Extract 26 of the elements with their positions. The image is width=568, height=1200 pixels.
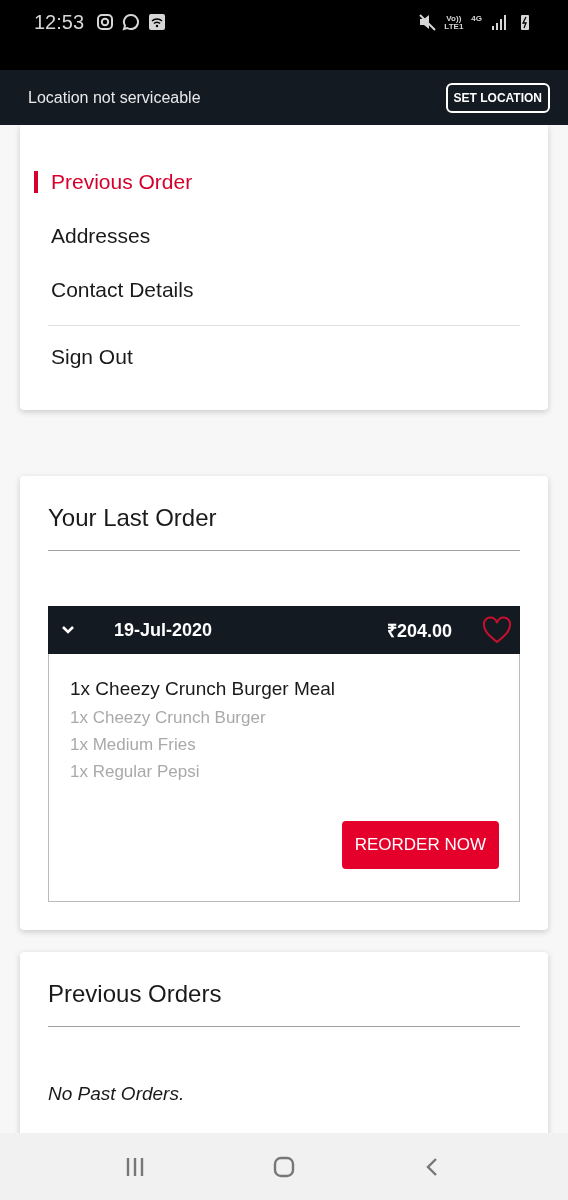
location-message: Location not serviceable [28, 88, 201, 107]
network-label: 4G [471, 15, 482, 23]
menu-item[interactable]: Contact Details [34, 263, 520, 317]
menu-item[interactable]: Previous Order [34, 171, 520, 193]
order-item: 1x Cheezy Crunch Burger Meal [70, 678, 337, 700]
menu-item[interactable]: Sign Out [34, 330, 520, 384]
network-label: Vo)) LTE1 [444, 15, 464, 31]
set-location-button[interactable]: SET LOCATION [445, 82, 550, 113]
order-sub-item: 1x Cheezy Crunch Burger [70, 707, 267, 729]
home-icon[interactable] [272, 1154, 296, 1179]
menu-item[interactable]: Addresses [34, 209, 520, 263]
camera-icon [96, 13, 115, 31]
order-sub-item: 1x Regular Pepsi [70, 761, 201, 783]
chat-icon [122, 13, 141, 31]
order-date: 19-Jul-2020 [114, 619, 213, 641]
order-header[interactable]: 19-Jul-2020 ₹204.00 [48, 606, 520, 654]
reorder-button[interactable]: REORDER NOW [341, 821, 499, 869]
empty-message: No Past Orders. [48, 1083, 186, 1105]
section-title: Previous Orders [48, 980, 520, 1027]
clock-time: 12:53 [34, 10, 85, 34]
mute-icon [418, 13, 437, 31]
wifi-icon [148, 13, 167, 31]
signal-icon [490, 13, 508, 31]
section-title: Your Last Order [48, 504, 520, 551]
order-sub-item: 1x Medium Fries [70, 734, 197, 756]
order-total: ₹204.00 [386, 620, 452, 642]
